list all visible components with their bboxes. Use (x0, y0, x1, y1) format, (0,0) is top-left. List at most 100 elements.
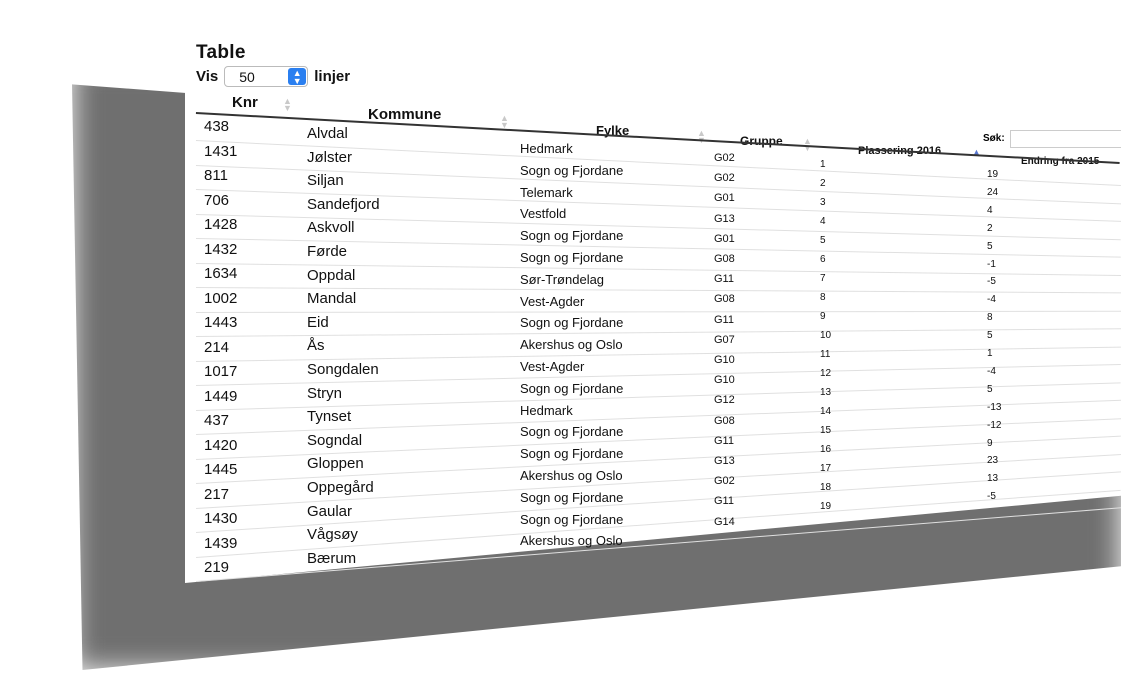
cell-fylke: Sogn og Fjordane (520, 380, 624, 396)
cell-endring: 5 (987, 240, 993, 252)
cell-plassering: 7 (820, 273, 826, 284)
cell-knr: 1017 (204, 363, 238, 380)
cell-fylke: Akershus og Oslo (520, 337, 623, 353)
cell-gruppe: G02 (714, 172, 735, 185)
cell-endring: -13 (987, 401, 1002, 413)
cell-fylke: Vest-Agder (520, 293, 585, 309)
cell-gruppe: G11 (714, 313, 734, 326)
row-band (0, 22, 925, 44)
cell-knr: 1449 (204, 387, 238, 405)
cell-gruppe: G11 (714, 495, 734, 508)
cell-knr: 1445 (204, 461, 238, 478)
cell-fylke: Sogn og Fjordane (520, 162, 624, 178)
cell-kommune: Mandal (307, 290, 357, 308)
sort-arrows-icon[interactable]: ▲▼ (283, 97, 292, 113)
cell-endring: -5 (987, 276, 996, 288)
cell-gruppe: G02 (714, 475, 735, 488)
cell-endring: 9 (987, 437, 993, 449)
cell-endring: -5 (987, 491, 996, 503)
cell-fylke: Hedmark (520, 402, 573, 418)
sort-arrows-icon[interactable]: ▲▼ (697, 129, 706, 145)
cell-endring: -12 (987, 419, 1002, 431)
cell-knr: 1634 (204, 265, 238, 282)
cell-knr: 706 (204, 191, 230, 209)
cell-knr: 214 (204, 338, 230, 356)
cell-kommune: Jølster (307, 148, 352, 166)
cell-fylke: Hedmark (520, 141, 573, 156)
cell-knr: 1428 (204, 216, 238, 233)
cell-plassering: 5 (820, 235, 826, 246)
cell-endring: 8 (987, 312, 993, 324)
cell-kommune: Ås (307, 337, 325, 355)
cell-gruppe: G13 (714, 212, 735, 225)
cell-kommune: Alvdal (307, 125, 348, 142)
cell-gruppe: G01 (714, 232, 735, 245)
cell-plassering: 10 (820, 330, 832, 341)
cell-gruppe: G11 (714, 434, 734, 447)
cell-fylke: Akershus og Oslo (520, 533, 623, 549)
cell-fylke: Sogn og Fjordane (520, 489, 624, 505)
cell-knr: 219 (204, 559, 230, 576)
cell-plassering: 3 (820, 197, 826, 208)
cell-endring: 24 (987, 186, 999, 198)
cell-kommune: Gloppen (307, 455, 364, 473)
cell-gruppe: G07 (714, 333, 735, 346)
sort-arrows-icon[interactable]: ▲▼ (500, 114, 509, 130)
cell-endring: -4 (987, 365, 996, 377)
cell-kommune: Oppdal (307, 266, 356, 284)
cell-fylke: Sogn og Fjordane (520, 228, 624, 244)
cell-plassering: 14 (820, 406, 832, 417)
cell-gruppe: G11 (714, 273, 734, 286)
cell-fylke: Sør-Trøndelag (520, 271, 605, 287)
cell-kommune: Sogndal (307, 431, 363, 449)
cell-gruppe: G14 (714, 515, 735, 528)
cell-knr: 1002 (204, 289, 238, 307)
cell-kommune: Gaular (307, 502, 353, 520)
cell-kommune: Vågsøy (307, 526, 358, 544)
cell-fylke: Telemark (520, 184, 573, 200)
search-label: Søk: (983, 133, 1005, 144)
cell-endring: -4 (987, 294, 996, 306)
cell-knr: 1430 (204, 510, 238, 527)
cell-kommune: Askvoll (307, 219, 355, 237)
cell-fylke: Sogn og Fjordane (520, 250, 624, 265)
cell-plassering: 9 (820, 311, 826, 322)
cell-fylke: Akershus og Oslo (520, 468, 623, 483)
row-band (0, 0, 925, 22)
cell-endring: 23 (987, 455, 999, 467)
cell-plassering: 12 (820, 368, 832, 379)
cell-endring: 2 (987, 222, 993, 234)
cell-kommune: Stryn (307, 384, 343, 402)
cell-endring: 1 (987, 348, 993, 359)
cell-plassering: 17 (820, 463, 832, 474)
cell-fylke: Sogn og Fjordane (520, 315, 624, 331)
cell-plassering: 15 (820, 425, 832, 436)
cell-gruppe: G12 (714, 394, 735, 407)
cell-gruppe: G01 (714, 192, 735, 205)
cell-plassering: 18 (820, 482, 832, 493)
cell-gruppe: G10 (714, 374, 735, 387)
column-header-kommune[interactable]: Kommune (368, 106, 441, 123)
cell-fylke: Vest-Agder (520, 359, 585, 374)
cell-knr: 1432 (204, 240, 238, 258)
cell-gruppe: G13 (714, 455, 735, 467)
cell-endring: 5 (987, 330, 993, 342)
search-input[interactable] (1010, 130, 1121, 148)
cell-plassering: 19 (820, 501, 832, 512)
column-header-knr[interactable]: Knr (232, 94, 258, 111)
cell-kommune: Eid (307, 313, 329, 331)
cell-plassering: 13 (820, 387, 832, 398)
cell-endring: 4 (987, 204, 993, 216)
cell-endring: 5 (987, 383, 993, 395)
cell-knr: 1443 (204, 314, 238, 331)
cell-endring: -1 (987, 258, 996, 270)
cell-gruppe: G10 (714, 354, 735, 366)
cell-gruppe: G08 (714, 253, 735, 265)
cell-fylke: Sogn og Fjordane (520, 511, 624, 527)
cell-kommune: Oppegård (307, 479, 374, 496)
cell-kommune: Førde (307, 243, 348, 260)
cell-plassering: 16 (820, 444, 832, 455)
cell-fylke: Sogn og Fjordane (520, 424, 624, 440)
cell-gruppe: G08 (714, 414, 735, 427)
cell-knr: 811 (204, 167, 228, 184)
